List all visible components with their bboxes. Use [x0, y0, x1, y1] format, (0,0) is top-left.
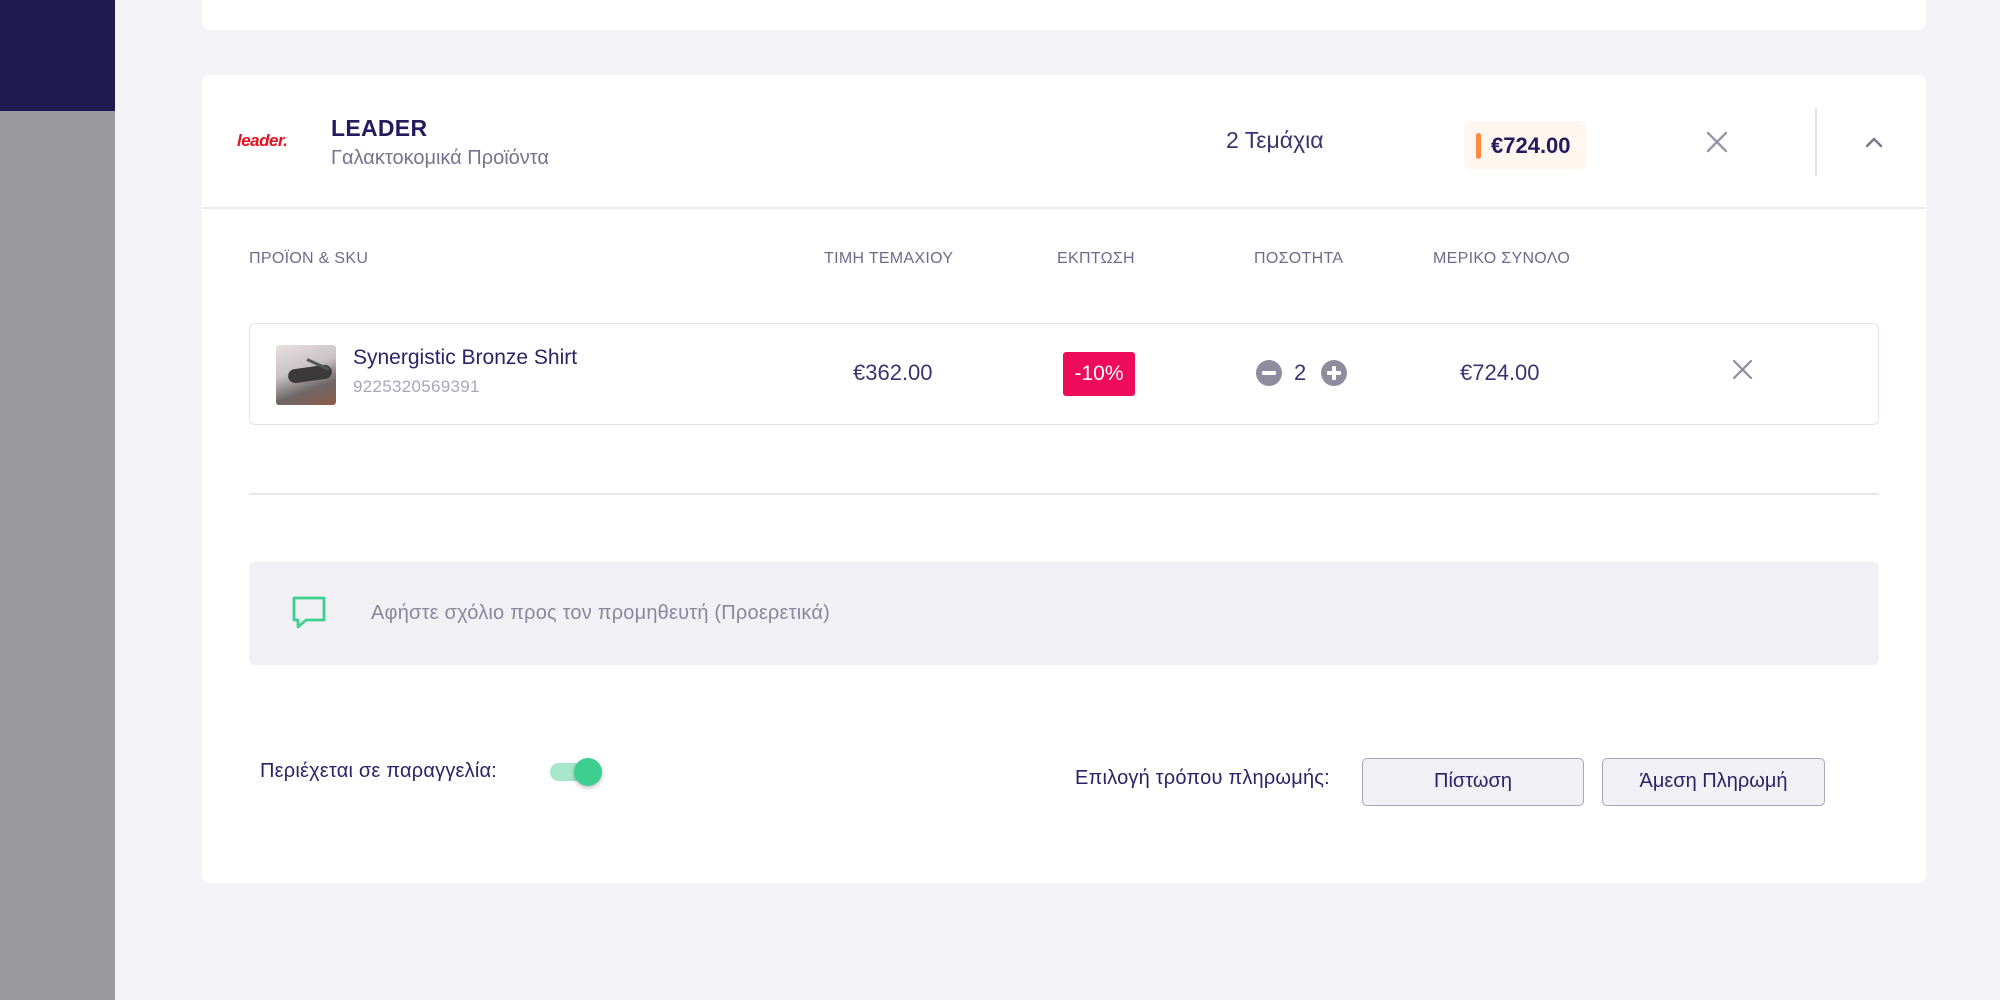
chevron-up-icon[interactable] — [1859, 127, 1889, 157]
supplier-total-badge: €724.00 — [1464, 121, 1586, 169]
toggle-knob — [574, 758, 602, 786]
remove-supplier-close-icon[interactable] — [1702, 127, 1732, 157]
table-row: Synergistic Bronze Shirt 9225320569391 €… — [249, 323, 1879, 425]
supplier-comment-field[interactable]: Αφήστε σχόλιο προς τον προμηθευτή (Προερ… — [249, 562, 1879, 665]
section-divider — [249, 493, 1879, 495]
supplier-total: €724.00 — [1491, 133, 1571, 158]
supplier-logo: leader. — [237, 131, 297, 153]
include-in-order-toggle[interactable] — [547, 755, 603, 789]
column-header-product: ΠΡΟΪΟΝ & SKU — [249, 250, 369, 267]
discount-badge: -10% — [1063, 352, 1135, 396]
column-header-subtotal: ΜΕΡΙΚΟ ΣΥΝΟΛΟ — [1433, 250, 1571, 267]
column-header-quantity: ΠΟΣΟΤΗΤΑ — [1254, 250, 1344, 267]
total-accent-bar — [1476, 133, 1481, 159]
supplier-order-card: leader. LEADER Γαλακτοκομικά Προϊόντα 2 … — [202, 75, 1926, 883]
sidebar-header — [0, 0, 115, 111]
product-image — [276, 345, 336, 405]
include-in-order-label: Περιέχεται σε παραγγελία: — [260, 760, 498, 782]
remove-item-close-icon[interactable] — [1729, 356, 1757, 384]
quantity-minus-icon[interactable] — [1256, 360, 1282, 386]
comment-placeholder: Αφήστε σχόλιο προς τον προμηθευτή (Προερ… — [371, 602, 830, 624]
quantity-plus-icon[interactable] — [1321, 360, 1347, 386]
column-header-discount: ΕΚΠΤΩΣΗ — [1057, 250, 1135, 267]
direct-payment-button[interactable]: Άμεση Πληρωμή — [1602, 758, 1825, 806]
row-subtotal: €724.00 — [1460, 360, 1540, 385]
supplier-logo-text: leader. — [237, 131, 288, 150]
supplier-name: LEADER — [331, 115, 428, 141]
sidebar-overlay — [0, 111, 115, 1000]
header-divider — [1815, 108, 1817, 176]
chat-bubble-icon — [291, 595, 327, 631]
product-name[interactable]: Synergistic Bronze Shirt — [353, 346, 577, 370]
product-sku: 9225320569391 — [353, 377, 480, 396]
supplier-card-header[interactable]: leader. LEADER Γαλακτοκομικά Προϊόντα 2 … — [202, 75, 1926, 209]
quantity-value[interactable]: 2 — [1294, 360, 1306, 386]
previous-supplier-card — [202, 0, 1926, 30]
supplier-category: Γαλακτοκομικά Προϊόντα — [331, 147, 549, 169]
credit-payment-button[interactable]: Πίστωση — [1362, 758, 1584, 806]
pieces-count: 2 Τεμάχια — [1226, 127, 1324, 153]
unit-price: €362.00 — [853, 360, 933, 385]
payment-method-label: Επιλογή τρόπου πληρωμής: — [1075, 767, 1330, 789]
column-header-unit-price: ΤΙΜΗ ΤΕΜΑΧΙΟΥ — [824, 250, 954, 267]
